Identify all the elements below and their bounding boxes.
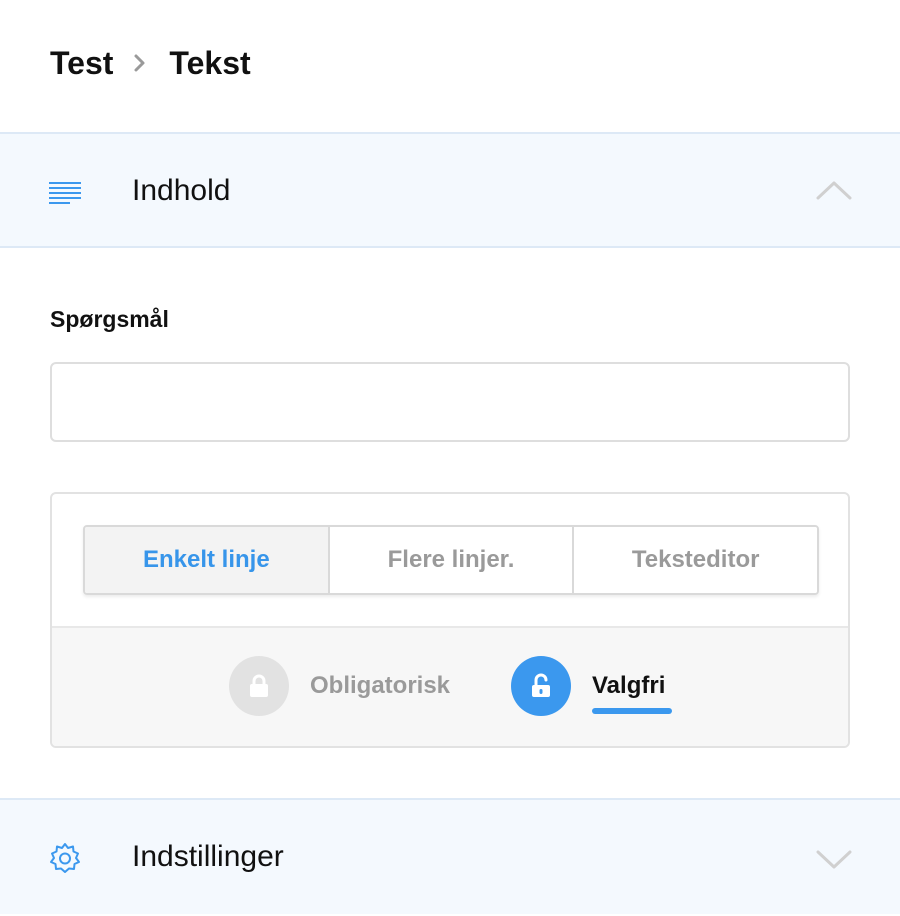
breadcrumb-current: Tekst	[169, 44, 251, 81]
chevron-up-icon[interactable]	[816, 179, 852, 206]
section-title: Indhold	[132, 174, 231, 207]
content-section-header[interactable]: Indhold	[0, 132, 900, 248]
unlock-icon	[511, 656, 571, 716]
breadcrumb: Test Tekst	[50, 40, 251, 86]
settings-section-header[interactable]: Indstillinger	[0, 798, 900, 914]
requirement-toggle: Obligatorisk Valgfri	[52, 626, 848, 746]
text-lines-icon	[48, 180, 82, 213]
input-type-text-editor[interactable]: Teksteditor	[574, 527, 817, 593]
input-type-multi-line[interactable]: Flere linjer.	[329, 527, 575, 593]
breadcrumb-parent[interactable]: Test	[50, 45, 113, 82]
selected-underline	[592, 708, 672, 714]
question-label: Spørgsmål	[50, 306, 169, 332]
optional-label-text: Valgfri	[592, 672, 666, 699]
chevron-right-icon	[133, 53, 147, 73]
required-option[interactable]: Obligatorisk	[229, 656, 450, 716]
optional-label: Valgfri	[592, 672, 672, 714]
input-type-single-line[interactable]: Enkelt linje	[85, 527, 330, 593]
question-input[interactable]	[50, 362, 850, 442]
chevron-down-icon[interactable]	[816, 848, 852, 875]
optional-option[interactable]: Valgfri	[511, 656, 672, 716]
input-type-selector: Enkelt linje Flere linjer. Teksteditor	[83, 525, 819, 595]
gear-icon	[48, 842, 82, 881]
lock-icon	[229, 656, 289, 716]
section-title: Indstillinger	[132, 840, 284, 873]
answer-options-panel: Enkelt linje Flere linjer. Teksteditor O…	[50, 492, 850, 748]
required-label: Obligatorisk	[310, 672, 451, 699]
